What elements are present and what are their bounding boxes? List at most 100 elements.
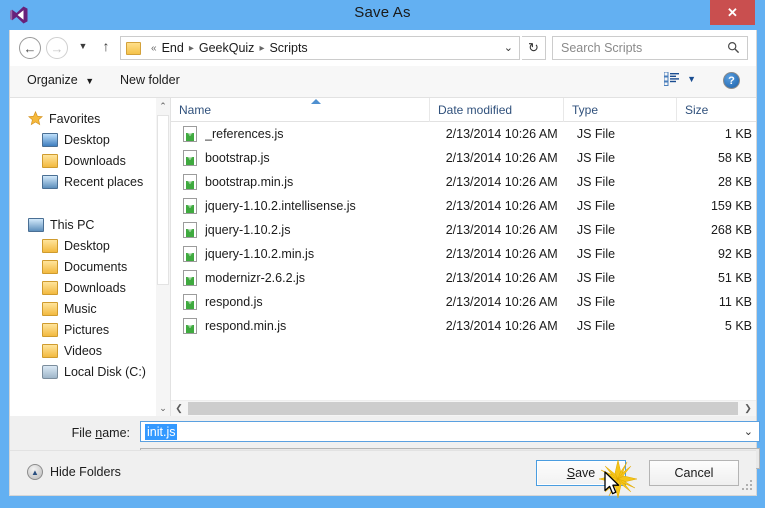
file-list-pane: Name Date modified Type Size + _referenc… xyxy=(171,98,756,416)
close-button[interactable]: ✕ xyxy=(710,0,755,25)
table-row[interactable]: jquery-1.10.2.intellisense.js 2/13/2014 … xyxy=(171,194,756,218)
file-size: 268 KB xyxy=(710,223,752,237)
change-view-button[interactable]: ▼ xyxy=(663,71,696,86)
sidebar-label: Desktop xyxy=(64,132,110,147)
recent-locations-button[interactable]: ▼ xyxy=(75,41,91,55)
file-date: 2/13/2014 10:26 AM xyxy=(445,127,558,141)
sidebar-item-local-disk-c[interactable]: Local Disk (C:) xyxy=(10,361,170,382)
breadcrumb-item-end[interactable]: End xyxy=(162,41,184,55)
file-date: 2/13/2014 10:26 AM xyxy=(445,223,558,237)
save-button[interactable]: Save xyxy=(536,460,626,486)
refresh-button[interactable]: ↻ xyxy=(522,36,546,60)
scroll-right-icon[interactable]: ❯ xyxy=(740,401,756,416)
scrollbar-thumb[interactable] xyxy=(188,402,738,415)
scroll-up-icon[interactable]: ⌃ xyxy=(156,98,170,114)
sidebar-label: Videos xyxy=(64,343,102,358)
breadcrumb-item-scripts[interactable]: Scripts xyxy=(269,41,307,55)
sidebar-item-downloads[interactable]: Downloads xyxy=(10,277,170,298)
up-one-level-button[interactable]: ↑ xyxy=(97,38,115,58)
horizontal-scrollbar[interactable]: ❮ ❯ xyxy=(171,400,756,416)
sidebar-scrollbar[interactable]: ⌃ ⌄ xyxy=(156,98,170,416)
sidebar-item-music[interactable]: Music xyxy=(10,298,170,319)
chevron-down-icon: ▼ xyxy=(78,41,88,51)
folder-icon xyxy=(126,41,141,55)
js-file-icon xyxy=(183,246,197,262)
sidebar-item-videos[interactable]: Videos xyxy=(10,340,170,361)
chevron-down-icon[interactable]: ⌄ xyxy=(744,425,753,438)
pc-icon xyxy=(28,217,44,232)
sidebar-label: Documents xyxy=(64,259,128,274)
table-row[interactable]: jquery-1.10.2.min.js 2/13/2014 10:26 AM … xyxy=(171,242,756,266)
chevron-down-icon: ▼ xyxy=(687,74,696,84)
downloads-folder-icon xyxy=(42,280,58,295)
sidebar-item-downloads-fav[interactable]: Downloads xyxy=(10,150,170,171)
table-row[interactable]: respond.js 2/13/2014 10:26 AM JS File 11… xyxy=(171,290,756,314)
navigation-pane: Favorites Desktop Downloads Recent place… xyxy=(10,98,170,416)
sidebar-item-documents[interactable]: Documents xyxy=(10,256,170,277)
back-button[interactable]: ← xyxy=(19,37,41,59)
organize-label: Organize xyxy=(27,73,78,87)
address-dropdown-icon[interactable]: ⌄ xyxy=(504,41,513,54)
file-size: 1 KB xyxy=(724,127,752,141)
table-row[interactable]: respond.min.js 2/13/2014 10:26 AM JS Fil… xyxy=(171,314,756,338)
videos-folder-icon xyxy=(42,343,58,358)
file-name: _references.js xyxy=(205,127,284,141)
breadcrumb-separator: ▸ xyxy=(188,42,194,54)
column-header-date-modified[interactable]: Date modified xyxy=(429,98,563,122)
column-headers: Name Date modified Type Size xyxy=(171,98,756,122)
file-date: 2/13/2014 10:26 AM xyxy=(445,199,558,213)
new-folder-button[interactable]: New folder xyxy=(120,73,180,87)
file-name-input[interactable]: init.js ⌄ xyxy=(140,421,760,442)
column-label: Size xyxy=(685,103,709,117)
forward-button[interactable]: → xyxy=(46,37,68,59)
sidebar-item-this-pc[interactable]: This PC xyxy=(10,214,170,235)
sidebar-label: Recent places xyxy=(64,174,144,189)
hide-folders-button[interactable]: ▲ Hide Folders xyxy=(27,464,121,480)
scrollbar-thumb[interactable] xyxy=(157,115,169,285)
file-date: 2/13/2014 10:26 AM xyxy=(445,175,558,189)
list-view-icon xyxy=(663,71,680,86)
js-file-icon xyxy=(183,126,197,142)
breadcrumb-separator: ▸ xyxy=(259,42,265,54)
file-date: 2/13/2014 10:26 AM xyxy=(445,295,558,309)
resize-grip[interactable] xyxy=(742,480,752,491)
breadcrumb-item-geekquiz[interactable]: GeekQuiz xyxy=(199,41,255,55)
file-name: modernizr-2.6.2.js xyxy=(205,271,306,285)
new-folder-label: New folder xyxy=(120,73,180,87)
js-file-icon xyxy=(183,198,197,214)
table-row[interactable]: modernizr-2.6.2.js 2/13/2014 10:26 AM JS… xyxy=(171,266,756,290)
sidebar-item-desktop-fav[interactable]: Desktop xyxy=(10,129,170,150)
help-button[interactable]: ? xyxy=(723,72,740,89)
search-icon[interactable] xyxy=(727,41,740,57)
cancel-button[interactable]: Cancel xyxy=(649,460,739,486)
table-row[interactable]: bootstrap.js 2/13/2014 10:26 AM JS File … xyxy=(171,146,756,170)
file-name: bootstrap.js xyxy=(205,151,270,165)
column-header-name[interactable]: Name xyxy=(171,98,429,122)
up-arrow-icon: ↑ xyxy=(102,38,110,54)
search-input[interactable]: Search Scripts xyxy=(552,36,748,60)
help-icon: ? xyxy=(728,74,735,87)
scroll-left-icon[interactable]: ❮ xyxy=(171,401,187,416)
table-row[interactable]: _references.js 2/13/2014 10:26 AM JS Fil… xyxy=(171,122,756,146)
column-header-size[interactable]: Size xyxy=(676,98,756,122)
table-row[interactable]: jquery-1.10.2.js 2/13/2014 10:26 AM JS F… xyxy=(171,218,756,242)
table-row[interactable]: bootstrap.min.js 2/13/2014 10:26 AM JS F… xyxy=(171,170,756,194)
file-type: JS File xyxy=(576,319,616,333)
column-header-type[interactable]: Type xyxy=(563,98,676,122)
sidebar-item-favorites[interactable]: Favorites xyxy=(10,108,170,129)
sidebar-label: Favorites xyxy=(49,111,101,126)
js-file-icon xyxy=(183,150,197,166)
file-name: jquery-1.10.2.min.js xyxy=(205,247,315,261)
sidebar-label: This PC xyxy=(50,217,95,232)
sidebar-item-pictures[interactable]: Pictures xyxy=(10,319,170,340)
organize-button[interactable]: Organize ▼ xyxy=(27,73,94,87)
sidebar-item-desktop[interactable]: Desktop xyxy=(10,235,170,256)
sidebar-item-recent-places[interactable]: Recent places xyxy=(10,171,170,192)
desktop-folder-icon xyxy=(42,238,58,253)
collapse-icon: ▲ xyxy=(27,464,43,480)
address-bar[interactable]: « End ▸ GeekQuiz ▸ Scripts ⌄ xyxy=(120,36,520,60)
scroll-down-icon[interactable]: ⌄ xyxy=(156,400,170,416)
chevron-down-icon: ▼ xyxy=(85,76,95,86)
sidebar-label: Downloads xyxy=(64,280,126,295)
sidebar-label: Local Disk (C:) xyxy=(64,364,146,379)
